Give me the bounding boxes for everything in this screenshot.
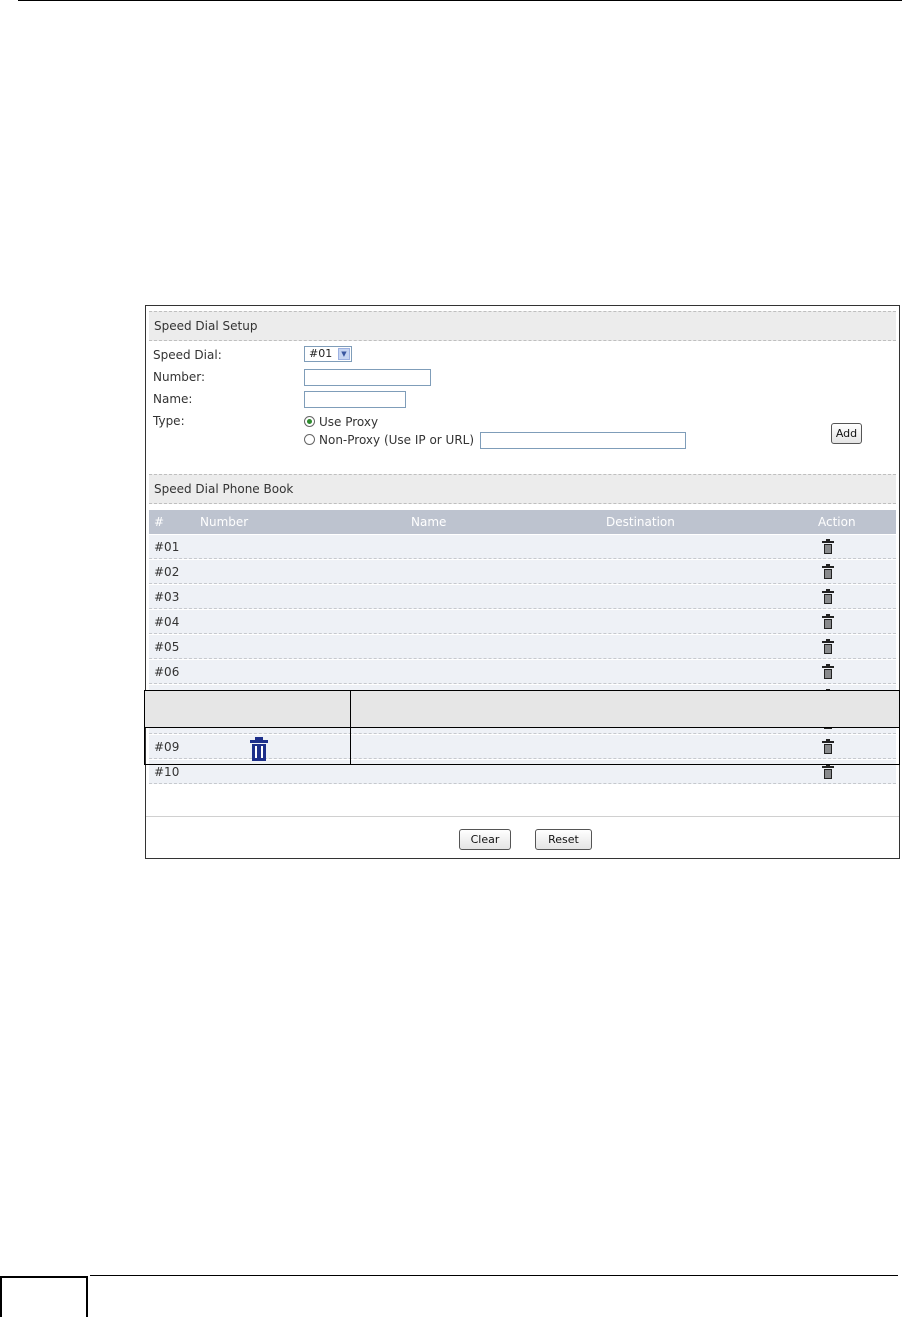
column-header-number: Number (200, 515, 249, 529)
name-input[interactable] (304, 391, 406, 408)
trash-icon[interactable] (822, 589, 834, 604)
footer-divider (146, 816, 899, 817)
use-proxy-label: Use Proxy (319, 415, 379, 429)
top-rule (18, 0, 902, 1)
trash-icon[interactable] (822, 764, 834, 779)
table-row: #04 (149, 610, 896, 634)
row-index: #04 (154, 615, 180, 629)
phonebook-section-title: Speed Dial Phone Book (149, 474, 896, 504)
radio-button-selected[interactable] (304, 416, 315, 427)
footer-rule (90, 1275, 898, 1276)
column-header-name: Name (411, 515, 447, 529)
description-table-header (145, 691, 899, 728)
number-input[interactable] (304, 369, 431, 386)
table-row: #05 (149, 635, 896, 659)
non-proxy-input[interactable] (480, 432, 686, 449)
row-index: #05 (154, 640, 180, 654)
row-index: #01 (154, 540, 180, 554)
speed-dial-select-value: #01 (309, 347, 333, 360)
add-button[interactable]: Add (831, 423, 862, 444)
row-index: #02 (154, 565, 180, 579)
trash-icon[interactable] (822, 564, 834, 579)
clear-button[interactable]: Clear (459, 829, 511, 850)
table-row: #01 (149, 535, 896, 559)
setup-section-title: Speed Dial Setup (149, 311, 896, 341)
description-table (144, 690, 900, 765)
column-header-index: # (154, 515, 165, 529)
page-number-box (0, 1276, 88, 1317)
chevron-down-icon[interactable]: ▼ (338, 348, 350, 360)
speed-dial-panel: Speed Dial Setup Speed Dial: #01 ▼ Numbe… (145, 305, 900, 859)
number-label: Number: (153, 370, 206, 384)
trash-icon[interactable] (822, 639, 834, 654)
column-header-destination: Destination (606, 515, 675, 529)
radio-button[interactable] (304, 434, 315, 445)
trash-icon[interactable] (822, 614, 834, 629)
speed-dial-label: Speed Dial: (153, 348, 222, 362)
name-label: Name: (153, 392, 193, 406)
table-row: #06 (149, 660, 896, 684)
row-index: #06 (154, 665, 180, 679)
speed-dial-select[interactable]: #01 ▼ (304, 346, 352, 362)
description-table-divider (350, 691, 351, 764)
reset-button[interactable]: Reset (535, 829, 592, 850)
trash-icon (250, 737, 268, 761)
trash-icon[interactable] (822, 664, 834, 679)
table-row: #03 (149, 585, 896, 609)
table-row: #02 (149, 560, 896, 584)
type-label: Type: (153, 414, 185, 428)
row-index: #03 (154, 590, 180, 604)
phonebook-table-header: # Number Name Destination Action (149, 510, 896, 534)
type-option-non-proxy[interactable]: Non-Proxy (Use IP or URL) (304, 432, 474, 448)
trash-icon[interactable] (822, 539, 834, 554)
non-proxy-label: Non-Proxy (Use IP or URL) (319, 433, 475, 447)
column-header-action: Action (818, 515, 856, 529)
type-option-use-proxy[interactable]: Use Proxy (304, 414, 378, 430)
